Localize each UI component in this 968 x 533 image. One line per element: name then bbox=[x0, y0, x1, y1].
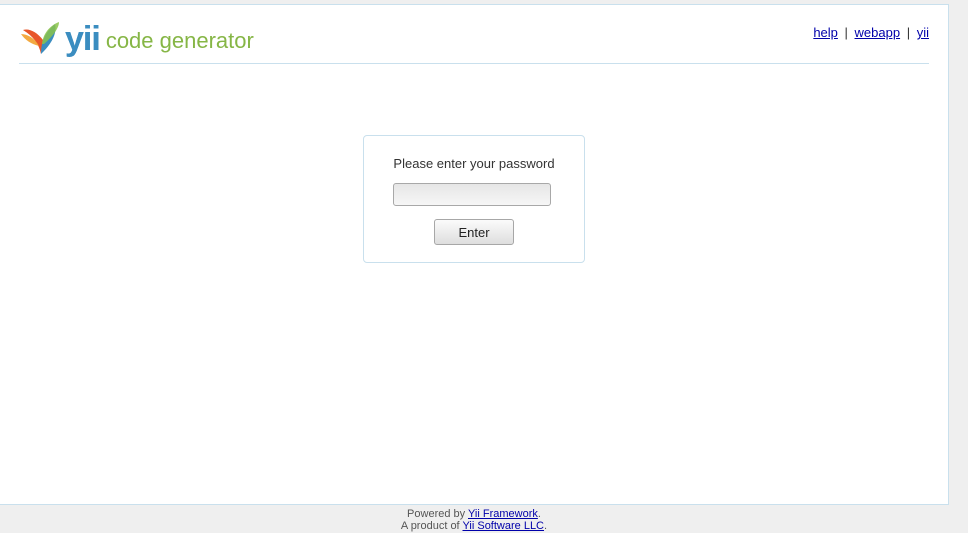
footer-product-line: A product of Yii Software LLC. bbox=[0, 520, 948, 532]
nav-separator: | bbox=[906, 25, 911, 40]
webapp-link[interactable]: webapp bbox=[855, 25, 901, 40]
page-container: yii code generator help | webapp | yii P… bbox=[0, 4, 949, 505]
top-nav: help | webapp | yii bbox=[813, 25, 929, 40]
footer: Powered by Yii Framework. A product of Y… bbox=[0, 508, 948, 532]
logo: yii code generator bbox=[19, 14, 254, 58]
footer-powered-suffix: . bbox=[537, 508, 541, 520]
header: yii code generator help | webapp | yii bbox=[19, 5, 929, 64]
enter-button[interactable]: Enter bbox=[434, 219, 514, 245]
password-prompt: Please enter your password bbox=[393, 156, 555, 171]
logo-brand: yii bbox=[65, 20, 101, 58]
footer-powered-line: Powered by Yii Framework. bbox=[0, 508, 948, 520]
nav-separator: | bbox=[844, 25, 848, 40]
yii-framework-link[interactable]: Yii Framework bbox=[468, 508, 538, 520]
login-form: Please enter your password Enter bbox=[363, 135, 585, 263]
help-link[interactable]: help bbox=[813, 25, 838, 40]
footer-product-suffix: . bbox=[544, 520, 548, 532]
yii-software-link[interactable]: Yii Software LLC bbox=[462, 520, 544, 532]
password-input[interactable] bbox=[393, 183, 551, 206]
yii-link[interactable]: yii bbox=[917, 25, 929, 40]
footer-product-prefix: A product of bbox=[400, 520, 460, 532]
logo-text: code generator bbox=[105, 28, 254, 53]
yii-logo-icon bbox=[21, 22, 59, 54]
footer-powered-prefix: Powered by bbox=[407, 508, 466, 520]
